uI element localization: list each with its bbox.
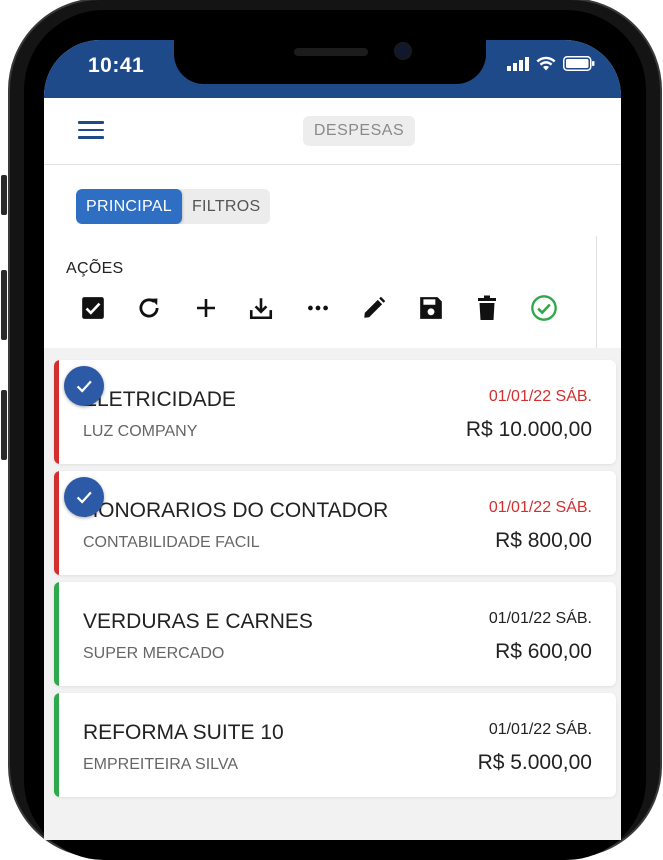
expense-date: 01/01/22 SÁB. [488, 388, 592, 405]
refresh-icon[interactable] [133, 292, 165, 324]
volume-up-button [1, 270, 7, 340]
status-stripe [54, 360, 59, 464]
selected-check-icon[interactable] [64, 477, 104, 517]
expense-company: CONTABILIDADE FACIL [83, 534, 260, 551]
confirm-check-circle-icon[interactable] [528, 292, 560, 324]
expense-date: 01/01/22 SÁB. [488, 721, 592, 738]
tab-segment: PRINCIPAL FILTROS [76, 189, 271, 224]
expense-title: HONORARIOS DO CONTADOR [83, 499, 389, 522]
toolbar-divider [596, 236, 597, 348]
expense-date: 01/01/22 SÁB. [488, 610, 592, 627]
expense-card-3[interactable]: REFORMA SUITE 10 EMPREITEIRA SILVA 01/01… [54, 693, 616, 797]
add-icon[interactable] [190, 292, 222, 324]
expense-title: ELETRICIDADE [83, 388, 236, 411]
expense-company: EMPREITEIRA SILVA [83, 756, 239, 773]
expense-amount: R$ 800,00 [495, 529, 592, 552]
notch [174, 40, 486, 84]
hamburger-menu-icon[interactable] [78, 121, 104, 141]
status-stripe [54, 582, 59, 686]
app-screen: 10:41 DESPESAS PRINCIPAL FILTROS AÇÕES E… [44, 40, 621, 840]
expense-amount: R$ 600,00 [495, 640, 592, 663]
status-icons [507, 56, 595, 71]
front-camera [396, 44, 410, 58]
more-options-icon[interactable] [302, 292, 334, 324]
status-stripe [54, 471, 59, 575]
expense-card-0[interactable]: ELETRICIDADE LUZ COMPANY 01/01/22 SÁB. R… [54, 360, 616, 464]
expense-amount: R$ 10.000,00 [465, 418, 592, 441]
expense-company: LUZ COMPANY [83, 423, 198, 440]
volume-down-button [1, 390, 7, 460]
expense-list: ELETRICIDADE LUZ COMPANY 01/01/22 SÁB. R… [44, 348, 621, 840]
save-icon[interactable] [415, 292, 447, 324]
actions-toolbar: AÇÕES [44, 236, 621, 348]
phone-frame: 10:41 DESPESAS PRINCIPAL FILTROS AÇÕES E… [0, 0, 663, 860]
expense-amount: R$ 5.000,00 [477, 751, 592, 774]
page-title: DESPESAS [303, 116, 415, 146]
delete-trash-icon[interactable] [471, 292, 503, 324]
download-icon[interactable] [245, 292, 277, 324]
expense-title: VERDURAS E CARNES [83, 610, 313, 633]
actions-label: AÇÕES [66, 260, 124, 277]
speaker-grille [294, 48, 368, 56]
expense-title: REFORMA SUITE 10 [83, 721, 284, 744]
status-time: 10:41 [88, 54, 145, 77]
status-bar: 10:41 [44, 40, 621, 98]
mute-switch [1, 175, 7, 215]
expense-card-1[interactable]: HONORARIOS DO CONTADOR CONTABILIDADE FAC… [54, 471, 616, 575]
battery-icon [563, 56, 595, 71]
cellular-signal-icon [507, 56, 529, 71]
status-stripe [54, 693, 59, 797]
edit-pencil-icon[interactable] [358, 292, 390, 324]
selected-check-icon[interactable] [64, 366, 104, 406]
app-header: DESPESAS [44, 98, 621, 165]
wifi-icon [536, 56, 556, 71]
expense-date: 01/01/22 SÁB. [488, 499, 592, 516]
tab-principal[interactable]: PRINCIPAL [76, 189, 182, 224]
tab-bar: PRINCIPAL FILTROS [44, 165, 621, 237]
expense-card-2[interactable]: VERDURAS E CARNES SUPER MERCADO 01/01/22… [54, 582, 616, 686]
expense-company: SUPER MERCADO [83, 645, 225, 662]
tab-filtros[interactable]: FILTROS [182, 189, 270, 224]
select-all-checkbox-icon[interactable] [77, 292, 109, 324]
